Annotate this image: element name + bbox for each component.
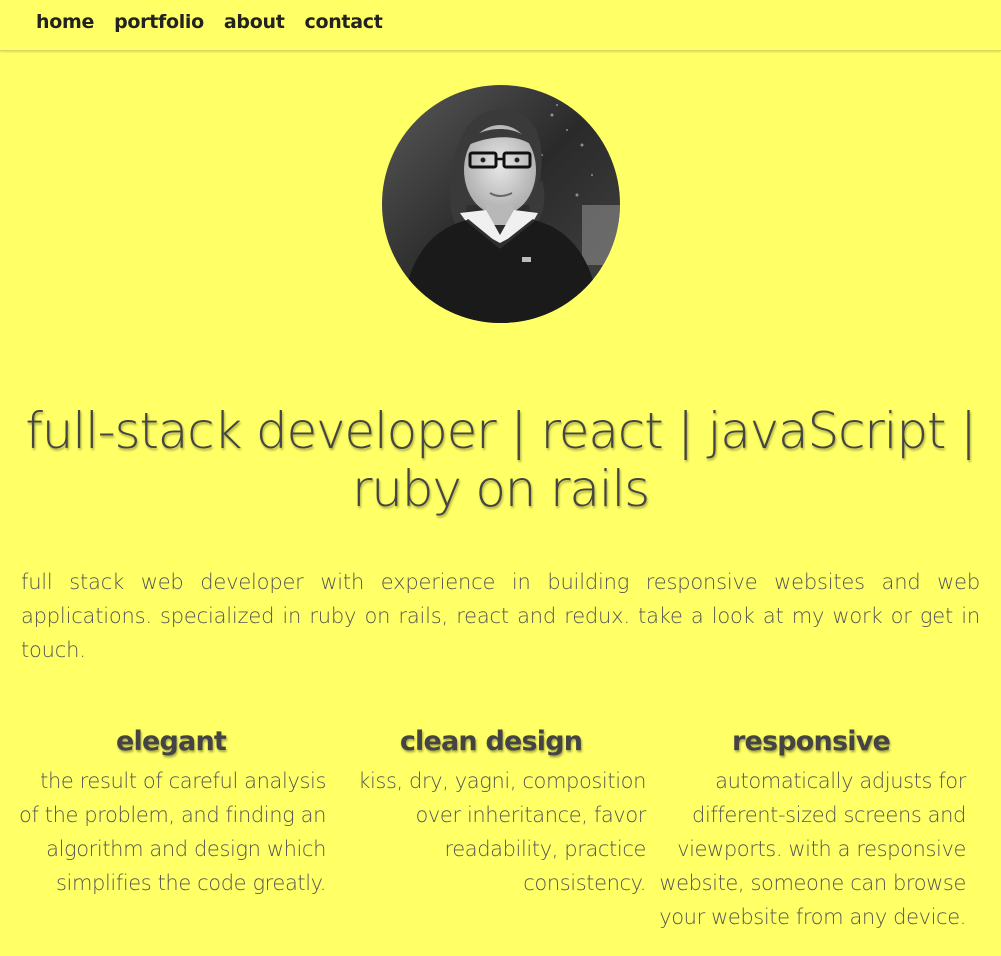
feature-title: elegant: [116, 726, 227, 757]
nav-list: home portfolio about contact: [36, 11, 383, 33]
top-navbar: home portfolio about contact: [0, 0, 1001, 51]
feature-elegant: elegant the result of careful analysis o…: [16, 722, 326, 900]
feature-text: kiss, dry, yagni, composition over inher…: [358, 769, 646, 895]
profile-photo: [382, 85, 620, 323]
nav-item-contact: contact: [304, 11, 382, 33]
feature-clean-design: clean design kiss, dry, yagni, compositi…: [336, 722, 646, 900]
feature-responsive: responsive automatically adjusts for dif…: [656, 722, 966, 934]
feature-title: responsive: [731, 726, 891, 757]
nav-item-home: home: [36, 11, 94, 33]
nav-link-home[interactable]: home: [36, 11, 94, 33]
nav-link-about[interactable]: about: [224, 11, 285, 33]
intro-text: full stack web developer with experience…: [21, 570, 980, 662]
feature-text: the result of careful analysis of the pr…: [19, 769, 326, 895]
headline: full-stack developer | react | javaScrip…: [25, 402, 976, 518]
nav-item-portfolio: portfolio: [114, 11, 204, 33]
nav-item-about: about: [224, 11, 285, 33]
nav-link-contact[interactable]: contact: [304, 11, 382, 33]
feature-title: clean design: [399, 726, 583, 757]
nav-link-portfolio[interactable]: portfolio: [114, 11, 204, 33]
feature-text: automatically adjusts for different-size…: [659, 769, 966, 929]
profile-photo-icon: [382, 85, 620, 323]
